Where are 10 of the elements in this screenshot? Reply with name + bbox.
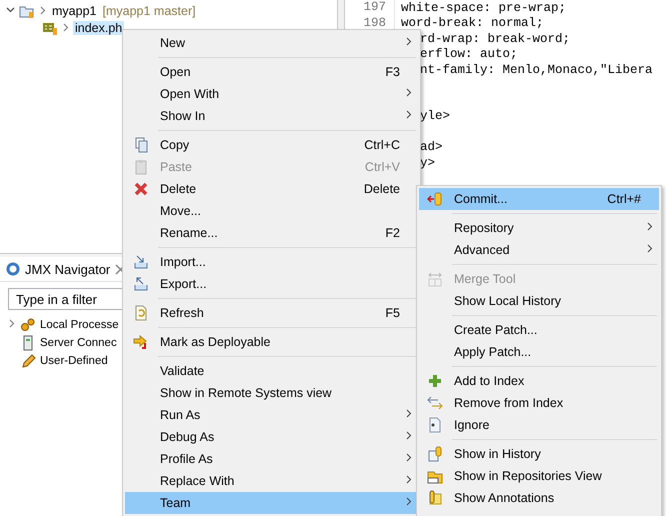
- code-line: ad>: [420, 140, 443, 154]
- code-line: rd-wrap: break-word;: [420, 32, 570, 46]
- code-line: erflow: auto;: [420, 47, 518, 62]
- code-line: y>: [420, 156, 436, 170]
- line-number: 197: [345, 0, 395, 16]
- code-line: white-space: pre-wrap;: [401, 0, 566, 15]
- repository-decoration: [myapp1 master]: [102, 4, 196, 18]
- code-line: word-break: normal;: [401, 16, 544, 30]
- code-line: yle>: [420, 109, 450, 124]
- code-line: nt-family: Menlo,Monaco,"Libera: [420, 62, 653, 77]
